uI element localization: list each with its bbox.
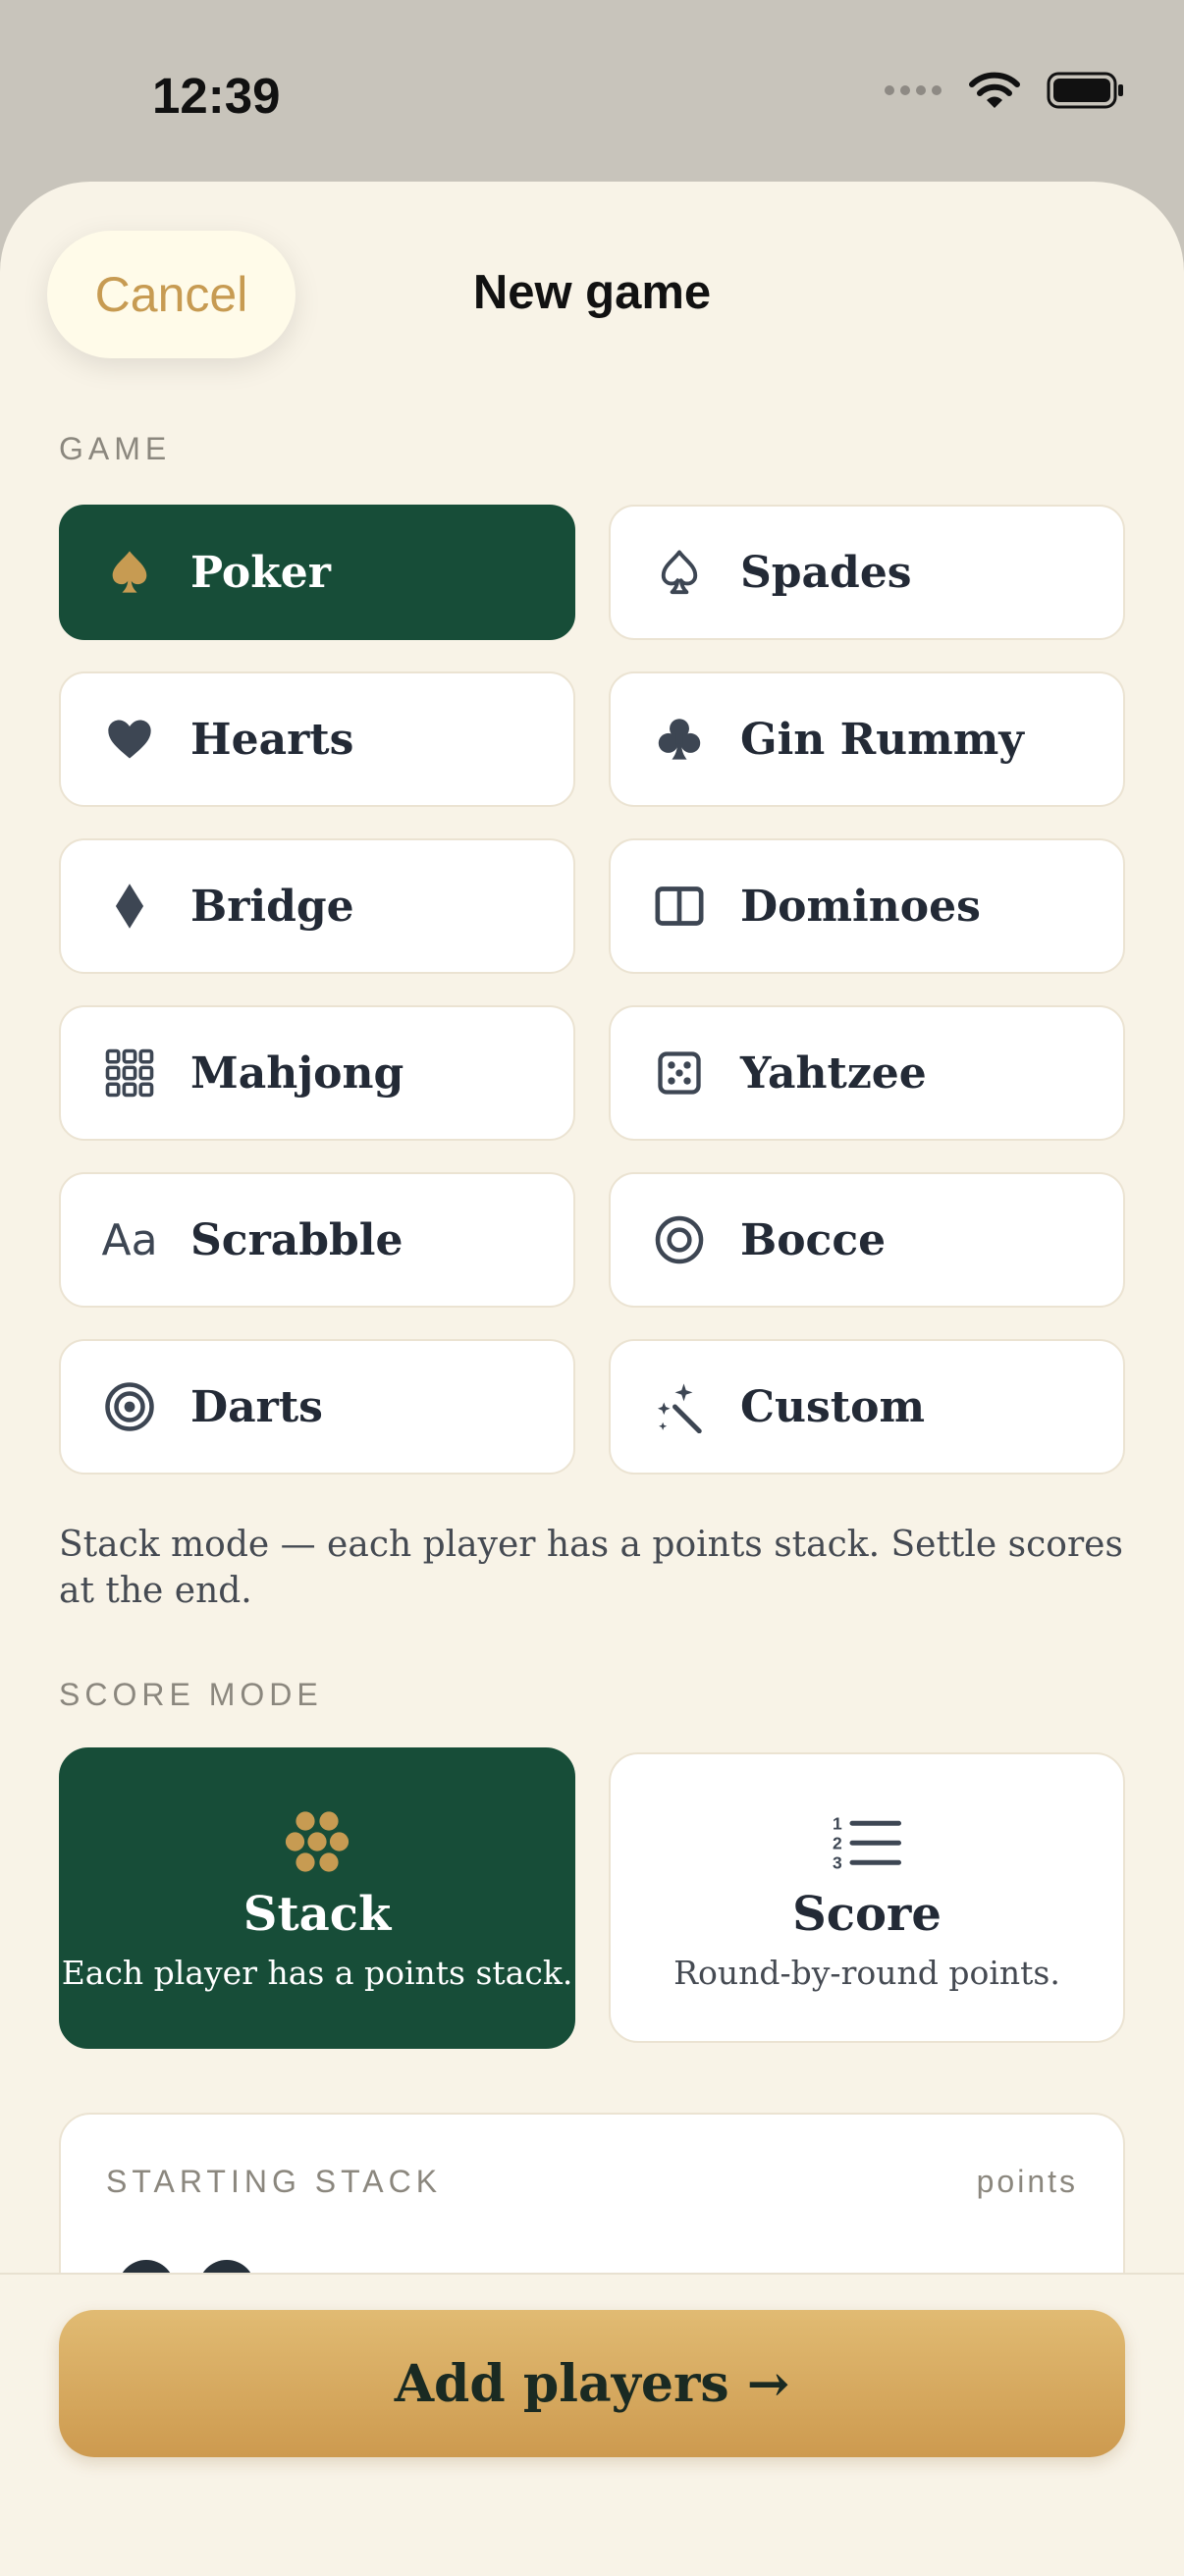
game-grid: Poker Spades Hearts Gin Rummy Bridge Dom… <box>59 505 1125 1475</box>
game-option-yahtzee[interactable]: Yahtzee <box>609 1005 1125 1141</box>
game-label: Darts <box>190 1381 323 1432</box>
status-time: 12:39 <box>152 68 281 124</box>
ring-icon <box>648 1208 711 1271</box>
game-option-scrabble[interactable]: Aa Scrabble <box>59 1172 575 1308</box>
game-label: Dominoes <box>740 881 981 932</box>
svg-text:2: 2 <box>833 1833 842 1852</box>
game-option-mahjong[interactable]: Mahjong <box>59 1005 575 1141</box>
score-mode-title: Stack <box>242 1887 392 1942</box>
game-label: Hearts <box>190 714 354 765</box>
bottom-action-bar: Add players → <box>0 2273 1184 2576</box>
score-mode-subtitle: Round-by-round points. <box>673 1953 1060 1992</box>
chips-icon <box>282 1804 352 1879</box>
new-game-sheet: Cancel New game GAME Poker Spades Hearts <box>0 182 1184 2574</box>
signal-dots-icon <box>885 85 942 95</box>
domino-icon <box>648 875 711 938</box>
game-option-gin-rummy[interactable]: Gin Rummy <box>609 671 1125 807</box>
score-mode-options: Stack Each player has a points stack. 1 … <box>59 1747 1125 2049</box>
game-option-dominoes[interactable]: Dominoes <box>609 838 1125 974</box>
club-icon <box>648 708 711 771</box>
game-label: Yahtzee <box>740 1047 927 1099</box>
svg-text:3: 3 <box>833 1852 842 1871</box>
game-option-poker[interactable]: Poker <box>59 505 575 640</box>
spade-icon <box>98 541 161 604</box>
game-option-custom[interactable]: Custom <box>609 1339 1125 1475</box>
score-mode-subtitle: Each player has a points stack. <box>61 1954 573 1992</box>
game-label: Scrabble <box>190 1214 404 1265</box>
status-icons <box>884 71 1125 110</box>
score-mode-label: SCORE MODE <box>59 1677 323 1712</box>
numbered-list-icon: 1 2 3 <box>830 1804 904 1879</box>
game-label: Gin Rummy <box>740 714 1024 765</box>
game-option-hearts[interactable]: Hearts <box>59 671 575 807</box>
game-option-bocce[interactable]: Bocce <box>609 1172 1125 1308</box>
game-label: Custom <box>740 1381 926 1432</box>
game-label: Mahjong <box>190 1047 404 1099</box>
score-mode-stack[interactable]: Stack Each player has a points stack. <box>59 1747 575 2049</box>
text-aa-icon: Aa <box>101 1214 158 1265</box>
cancel-button[interactable]: Cancel <box>47 231 296 358</box>
game-option-darts[interactable]: Darts <box>59 1339 575 1475</box>
heart-icon <box>98 708 161 771</box>
battery-icon <box>1047 72 1123 109</box>
game-label: Bocce <box>740 1214 887 1265</box>
game-label: Spades <box>740 547 912 598</box>
spade-outline-icon <box>648 541 711 604</box>
add-players-button[interactable]: Add players → <box>59 2310 1125 2457</box>
game-description: Stack mode — each player has a points st… <box>59 1525 1123 1611</box>
starting-stack-unit: points <box>976 2164 1078 2199</box>
game-option-bridge[interactable]: Bridge <box>59 838 575 974</box>
target-icon <box>98 1375 161 1438</box>
dice-icon <box>648 1042 711 1104</box>
game-option-spades[interactable]: Spades <box>609 505 1125 640</box>
game-label: Poker <box>190 547 331 598</box>
wifi-icon <box>969 72 1020 108</box>
starting-stack-label: STARTING STACK <box>106 2164 443 2199</box>
status-bar: 12:39 <box>0 0 1184 182</box>
game-section-label: GAME <box>59 431 172 466</box>
score-mode-title: Score <box>792 1886 942 1942</box>
grid-icon <box>98 1042 161 1104</box>
score-mode-score[interactable]: 1 2 3 Score Round-by-round points. <box>609 1752 1125 2043</box>
magic-wand-icon <box>648 1375 711 1438</box>
game-label: Bridge <box>190 881 354 932</box>
svg-text:1: 1 <box>833 1813 842 1833</box>
diamond-icon <box>98 875 161 938</box>
